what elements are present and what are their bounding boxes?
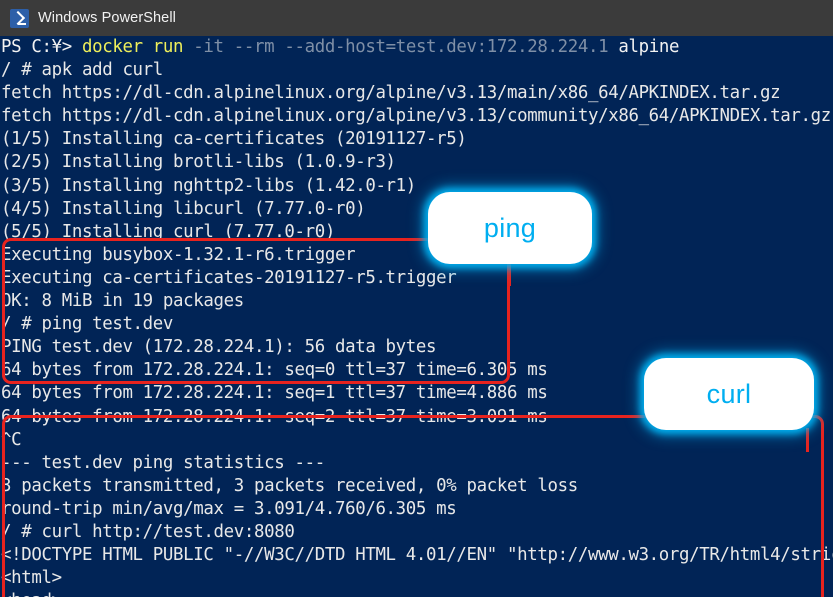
line-html-doctype: <!DOCTYPE HTML PUBLIC "-//W3C//DTD HTML … (1, 545, 833, 566)
line-exec-busybox: Executing busybox-1.32.1-r6.trigger (1, 244, 356, 265)
line-apk-add: / # apk add curl (1, 60, 163, 81)
powershell-icon (10, 8, 29, 28)
callout-ping: ping (428, 192, 592, 264)
line-install-1: (1/5) Installing ca-certificates (201911… (1, 129, 467, 150)
line-install-4: (4/5) Installing libcurl (7.77.0-r0) (1, 198, 366, 219)
powershell-window: Windows PowerShell PS C:¥> docker run -i… (0, 0, 833, 597)
line-install-5: (5/5) Installing curl (7.77.0-r0) (1, 221, 335, 242)
line-exec-cacert: Executing ca-certificates-20191127-r5.tr… (1, 267, 457, 288)
line-prompt-curl: / # curl http://test.dev:8080 (1, 521, 295, 542)
line-ok-packages: OK: 8 MiB in 19 packages (1, 291, 244, 312)
window-title: Windows PowerShell (38, 10, 176, 26)
terminal-output[interactable]: PS C:¥> docker run -it --rm --add-host=t… (0, 36, 833, 597)
line-ping-stats-rtt: round-trip min/avg/max = 3.091/4.760/6.3… (1, 498, 457, 519)
line-ping-interrupt: ^C (1, 429, 22, 450)
line-fetch-main: fetch https://dl-cdn.alpinelinux.org/alp… (1, 83, 781, 104)
line-prompt-docker: PS C:¥> docker run -it --rm --add-host=t… (1, 37, 680, 57)
line-ping-header: PING test.dev (172.28.224.1): 56 data by… (1, 337, 437, 358)
line-html-open: <html> (1, 568, 62, 589)
line-head-open: <head> (0, 590, 833, 597)
line-install-2: (2/5) Installing brotli-libs (1.0.9-r3) (1, 152, 396, 173)
terminal-line-list: PS C:¥> docker run -it --rm --add-host=t… (0, 36, 833, 597)
line-ping-stats-header: --- test.dev ping statistics --- (1, 452, 325, 473)
line-install-3: (3/5) Installing nghttp2-libs (1.42.0-r1… (1, 175, 416, 196)
callout-curl-label: curl (706, 378, 752, 409)
callout-curl: curl (644, 358, 814, 430)
callout-ping-label: ping (483, 212, 537, 243)
line-ping-stats-packets: 3 packets transmitted, 3 packets receive… (1, 475, 578, 496)
line-prompt-ping: / # ping test.dev (1, 314, 174, 335)
line-fetch-community: fetch https://dl-cdn.alpinelinux.org/alp… (1, 106, 831, 127)
title-bar: Windows PowerShell (0, 0, 833, 36)
